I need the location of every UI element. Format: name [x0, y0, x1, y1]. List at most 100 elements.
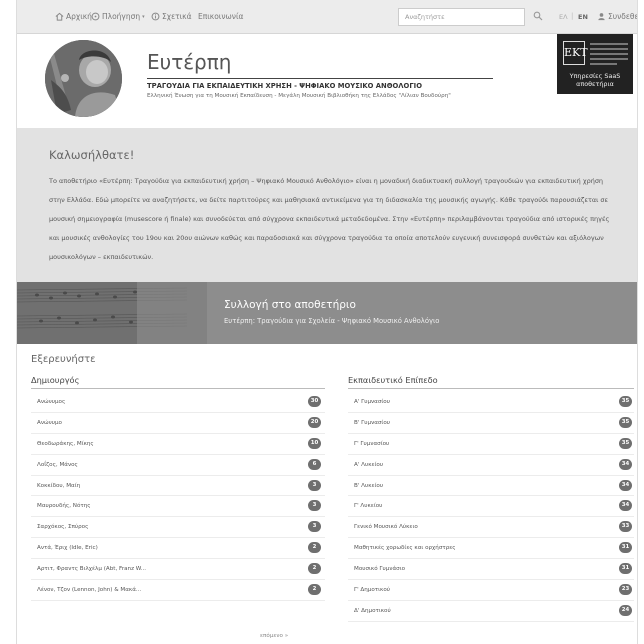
count-badge: 2 [308, 584, 321, 596]
collection-banner[interactable]: Συλλογή στο αποθετήριο Ευτέρπη: Τραγούδι… [17, 282, 637, 344]
count-badge: 31 [619, 563, 632, 575]
creator-row[interactable]: Λένον, Τζον (Lennon, John) & Μακά... 2 [31, 580, 325, 601]
search-icon[interactable] [533, 11, 543, 21]
creator-label: Λένον, Τζον (Lennon, John) & Μακά... [37, 587, 142, 594]
page: Αρχική Πλοήγηση ▾ Σχετικά Επικοινωνία Αν… [16, 0, 638, 644]
creator-row[interactable]: Λοΐζος, Μάνος 6 [31, 455, 325, 476]
count-badge: 34 [619, 500, 632, 512]
creator-label: Αρτιτ, Φραντς Βιλχέλμ (Abt, Franz W... [37, 566, 147, 573]
welcome-section: Καλωσήλθατε! Το αποθετήριο «Ευτέρπη: Τρα… [17, 128, 637, 282]
info-icon [151, 12, 160, 21]
welcome-text: Το αποθετήριο «Ευτέρπη: Τραγούδια για εκ… [49, 177, 610, 261]
count-badge: 3 [308, 479, 321, 491]
compass-icon [91, 12, 100, 21]
ekt-logo-mark: ΕΚΤ [563, 41, 588, 65]
nav-home[interactable]: Αρχική [55, 12, 92, 21]
creator-row[interactable]: Θεοδωράκης, Μίκης 10 [31, 434, 325, 455]
count-badge: 23 [619, 584, 632, 596]
sheet-music-icon [17, 282, 207, 344]
nav-about-label: Σχετικά [162, 12, 192, 21]
ekt-logo-lines [590, 43, 628, 68]
level-label: Γενικό Μουσικό Λύκειο [354, 524, 418, 531]
lang-separator: | [571, 12, 574, 20]
nav-contact[interactable]: Επικοινωνία [198, 12, 243, 21]
count-badge: 10 [308, 437, 321, 449]
creator-label: Ανώνυμο [37, 419, 62, 426]
top-navbar: Αρχική Πλοήγηση ▾ Σχετικά Επικοινωνία Αν… [17, 0, 637, 34]
level-label: Μουσικό Γυμνάσιο [354, 566, 406, 573]
site-subtitle: ΤΡΑΓΟΥΔΙΑ ΓΙΑ ΕΚΠΑΙΔΕΥΤΙΚΗ ΧΡΗΣΗ - ΨΗΦΙΑ… [147, 82, 422, 90]
creator-row[interactable]: Αντά, Έριχ (Idle, Eric) 2 [31, 538, 325, 560]
title-divider [147, 78, 493, 79]
lang-el[interactable]: ΕΛ [559, 13, 568, 21]
site-title[interactable]: Ευτέρπη [147, 50, 231, 74]
nav-browse-label: Πλοήγηση [102, 12, 141, 21]
count-badge: 20 [308, 416, 321, 428]
banner-subtitle: Ευτέρπη: Τραγούδια για Σχολεία - Ψηφιακό… [224, 317, 440, 325]
level-row[interactable]: Α' Λυκείου 34 [348, 455, 634, 476]
level-label: Μαθητικές χορωδίες και ορχήστρες [354, 545, 456, 552]
level-row[interactable]: Β' Λυκείου 34 [348, 476, 634, 497]
level-label: Γ' Δημοτικού [354, 587, 391, 594]
creator-label: Κοκκίδου, Μαίη [37, 482, 81, 489]
login-link[interactable]: Συνδεθείτε [597, 12, 637, 21]
banner-title[interactable]: Συλλογή στο αποθετήριο [224, 299, 356, 311]
levels-divider [348, 388, 634, 389]
ekt-services-line2: αποθετήρια [576, 80, 614, 88]
count-badge: 35 [619, 396, 632, 407]
level-label: Δ' Δημοτικού [354, 607, 391, 614]
count-badge: 35 [619, 437, 632, 449]
nav-about[interactable]: Σχετικά [151, 12, 192, 21]
site-logo-image[interactable] [45, 40, 122, 117]
level-row[interactable]: Γ' Λυκείου 34 [348, 496, 634, 518]
count-badge: 35 [619, 416, 632, 428]
count-badge: 34 [619, 458, 632, 470]
chevron-down-icon: ▾ [142, 13, 145, 20]
level-label: Α' Λυκείου [354, 461, 384, 468]
level-row[interactable]: Α' Γυμνασίου 35 [348, 392, 634, 413]
level-row[interactable]: Γ' Δημοτικού 23 [348, 580, 634, 601]
welcome-heading: Καλωσήλθατε! [49, 148, 135, 162]
creator-row[interactable]: Σαρχόκος, Σπύρος 3 [31, 517, 325, 539]
count-badge: 31 [619, 542, 632, 554]
lang-en[interactable]: EN [578, 13, 588, 21]
site-tagline: Ελληνική Ένωση για τη Μουσική Εκπαίδευση… [147, 93, 451, 99]
level-row[interactable]: Γ' Γυμνασίου 35 [348, 434, 634, 455]
count-badge: 30 [308, 396, 321, 407]
count-badge: 24 [619, 604, 632, 616]
sheet-music-image [17, 282, 207, 344]
level-row[interactable]: Μουσικό Γυμνάσιο 31 [348, 559, 634, 581]
painting-portrait-icon [45, 40, 122, 117]
count-badge: 2 [308, 542, 321, 554]
creator-row[interactable]: Κοκκίδου, Μαίη 3 [31, 476, 325, 497]
level-row[interactable]: Β' Γυμνασίου 35 [348, 413, 634, 434]
creators-divider [31, 388, 325, 389]
creator-label: Σαρχόκος, Σπύρος [37, 524, 89, 531]
level-label: Β' Γυμνασίου [354, 419, 390, 426]
level-row[interactable]: Γενικό Μουσικό Λύκειο 33 [348, 517, 634, 539]
ekt-services-label: Υπηρεσίες SaaS αποθετήρια [557, 72, 633, 88]
creator-label: Μαυρουδής, Νότης [37, 503, 91, 510]
creators-list: Ανώνυμος 30 Ανώνυμο 20 Θεοδωράκης, Μίκης 10… [31, 392, 325, 601]
ekt-services-line1: Υπηρεσίες SaaS [569, 72, 621, 80]
ekt-logo[interactable]: ΕΚΤ Υπηρεσίες SaaS αποθετήρια [557, 34, 633, 94]
count-badge: 3 [308, 521, 321, 533]
nav-home-label: Αρχική [66, 12, 92, 21]
creator-row[interactable]: Ανώνυμο 20 [31, 413, 325, 434]
home-icon [55, 12, 64, 21]
nav-browse[interactable]: Πλοήγηση ▾ [91, 12, 145, 21]
count-badge: 2 [308, 563, 321, 575]
creator-row[interactable]: Ανώνυμος 30 [31, 392, 325, 413]
creators-heading: Δημιουργός [31, 375, 80, 385]
count-badge: 6 [308, 458, 321, 470]
level-row[interactable]: Μαθητικές χορωδίες και ορχήστρες 31 [348, 538, 634, 560]
levels-heading: Εκπαιδευτικό Επίπεδο [348, 375, 438, 385]
user-icon [598, 13, 605, 21]
level-row[interactable]: Δ' Δημοτικού 24 [348, 601, 634, 622]
creator-label: Λοΐζος, Μάνος [37, 461, 78, 468]
creator-label: Ανώνυμος [37, 399, 66, 405]
creators-next-link[interactable]: επόμενο » [260, 633, 288, 639]
search-input[interactable]: Αναζητήστε [398, 8, 525, 26]
creator-row[interactable]: Μαυρουδής, Νότης 3 [31, 496, 325, 518]
creator-row[interactable]: Αρτιτ, Φραντς Βιλχέλμ (Abt, Franz W... 2 [31, 559, 325, 581]
